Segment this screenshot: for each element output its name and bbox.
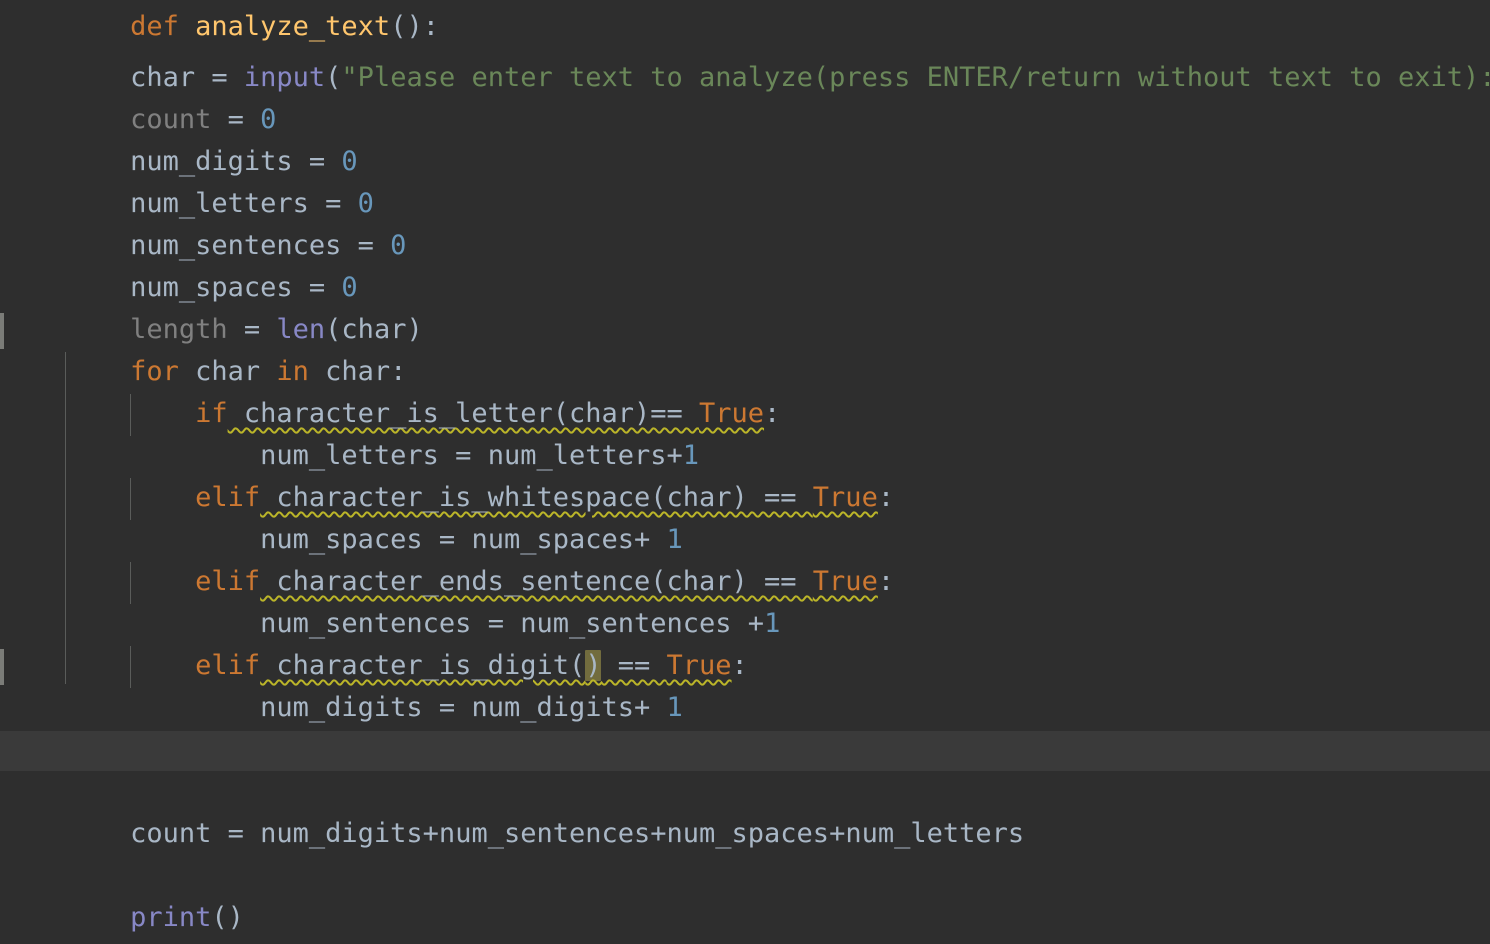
code-line-increment-num-spaces[interactable]: num_spaces = num_spaces+ 1 [0, 477, 1490, 555]
code-line-elif-ends-sentence[interactable]: elif character_ends_sentence(char) == Tr… [0, 519, 1490, 597]
assign-operator: = [211, 818, 261, 849]
code-line-length-len[interactable]: length = len(char) [0, 267, 1490, 345]
code-editor-canvas[interactable]: def analyze_text(): char = input("Please… [0, 0, 1490, 944]
code-line-num-sentences-init[interactable]: num_sentences = 0 [0, 183, 1490, 261]
expression-count-sum: num_digits+num_sentences+num_spaces+num_… [260, 818, 1025, 849]
code-line-elif-is-digit[interactable]: elif character_is_digit() == True: [0, 603, 1490, 681]
folded-region-band[interactable] [0, 731, 1490, 771]
code-line-def-analyze-text[interactable]: def analyze_text(): [0, 0, 1490, 42]
code-line-print-count[interactable]: print("Count of characters: " + str(coun… [0, 897, 1490, 939]
code-line-if-is-letter[interactable]: if character_is_letter(char)== True: [0, 351, 1490, 429]
code-line-increment-num-digits[interactable]: num_digits = num_digits+ 1 [0, 645, 1490, 723]
code-line-num-letters-init[interactable]: num_letters = 0 [0, 141, 1490, 219]
assign-operator: = [422, 692, 472, 723]
code-line-print-blank[interactable]: print() [0, 855, 1490, 933]
code-line-increment-num-letters[interactable]: num_letters = num_letters+1 [0, 393, 1490, 471]
code-line-num-digits-init[interactable]: num_digits = 0 [0, 99, 1490, 177]
number-one: 1 [666, 692, 683, 723]
code-line-elif-is-whitespace[interactable]: elif character_is_whitespace(char) == Tr… [0, 435, 1490, 513]
code-line-count-sum[interactable]: count = num_digits+num_sentences+num_spa… [0, 771, 1490, 849]
code-line-char-input[interactable]: char = input("Please enter text to analy… [0, 15, 1490, 93]
code-line-num-spaces-init[interactable]: num_spaces = 0 [0, 225, 1490, 303]
variable-count: count [130, 818, 212, 849]
variable-num-digits: num_digits [260, 692, 423, 723]
code-line-for-loop[interactable]: for char in char: [0, 309, 1490, 387]
expression-num-digits-plus: num_digits+ [471, 692, 667, 723]
code-line-count-init[interactable]: count = 0 [0, 57, 1490, 135]
code-line-increment-num-sentences[interactable]: num_sentences = num_sentences +1 [0, 561, 1490, 639]
